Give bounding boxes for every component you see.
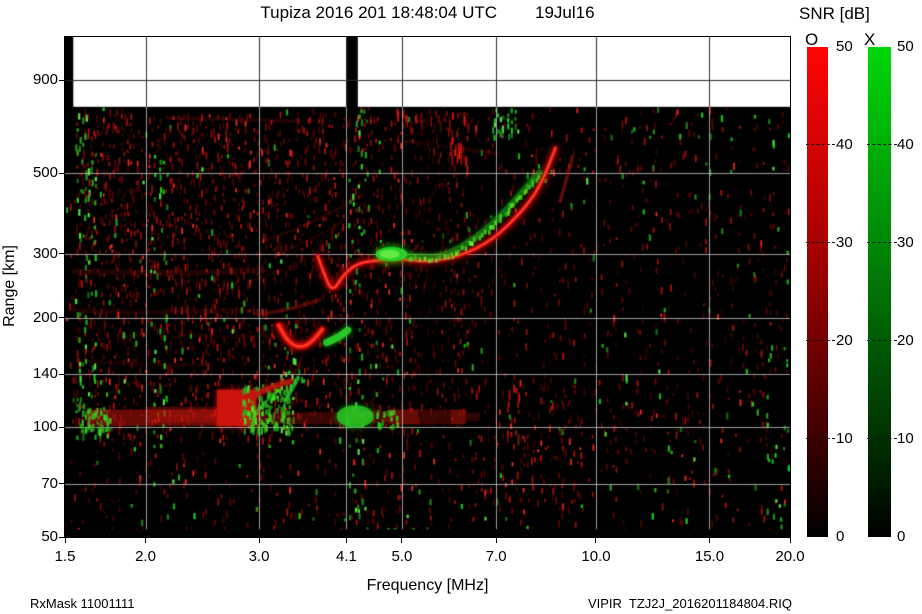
o-colorbar-tick-dash xyxy=(806,340,835,341)
y-tick-mark xyxy=(59,317,64,319)
x-tick-mark xyxy=(64,538,66,543)
o-colorbar-tick-label: 40 xyxy=(836,136,853,153)
o-colorbar-tick-dash xyxy=(806,438,835,439)
x-tick-mark xyxy=(595,538,597,543)
y-tick-label: 140 xyxy=(32,365,58,383)
y-tick-mark xyxy=(59,253,64,255)
rxmask-annotation: RxMask 11001111 xyxy=(30,596,135,611)
x-colorbar-tick-label: 50 xyxy=(897,38,914,55)
y-tick-mark xyxy=(59,426,64,428)
y-tick-mark xyxy=(59,536,64,538)
x-tick-label: 10.0 xyxy=(581,548,611,565)
x-colorbar-tick-dash xyxy=(867,242,897,243)
x-tick-label: 7.0 xyxy=(485,548,507,565)
title-station-time: Tupiza 2016 201 18:48:04 UTC xyxy=(260,3,498,22)
plot-frame xyxy=(64,36,791,538)
o-mode-colorbar xyxy=(807,47,828,537)
o-colorbar-tick-dash xyxy=(806,242,835,243)
title-date: 19Jul16 xyxy=(535,3,595,22)
y-tick-label: 70 xyxy=(41,474,58,492)
x-colorbar-tick-label: 40 xyxy=(897,136,914,153)
x-tick-mark xyxy=(145,538,147,543)
x-tick-label: 4.1 xyxy=(336,548,357,565)
filename-annotation: VIPIR TZJ2J_2016201184804.RIQ xyxy=(587,596,792,611)
ionogram-page: Tupiza 2016 201 18:48:04 UTC 19Jul16 Freq… xyxy=(0,0,922,614)
x-tick-mark xyxy=(495,538,497,543)
x-tick-label: 2.0 xyxy=(135,548,156,565)
o-colorbar-tick-label: 20 xyxy=(836,332,853,349)
x-tick-label: 5.0 xyxy=(391,548,413,565)
x-tick-label: 3.0 xyxy=(248,548,270,565)
x-tick-label: 20.0 xyxy=(775,548,805,565)
y-tick-label: 500 xyxy=(32,164,58,181)
y-tick-label: 300 xyxy=(32,244,58,262)
x-colorbar-tick-label: 10 xyxy=(897,430,914,447)
x-tick-mark xyxy=(708,538,710,543)
y-tick-label: 50 xyxy=(41,528,58,545)
x-colorbar-tick-label: 20 xyxy=(897,332,914,349)
x-tick-mark xyxy=(789,538,791,543)
y-tick-mark xyxy=(59,373,64,375)
y-tick-label: 200 xyxy=(32,308,58,326)
o-colorbar-tick-dash xyxy=(806,144,835,145)
x-colorbar-tick-dash xyxy=(867,438,897,439)
o-colorbar-tick-label: 10 xyxy=(836,430,853,447)
o-colorbar-tick-label: 0 xyxy=(836,528,845,545)
o-colorbar-tick-label: 30 xyxy=(836,234,853,251)
y-tick-label: 900 xyxy=(32,71,58,89)
y-tick-label: 100 xyxy=(32,418,58,436)
y-tick-mark xyxy=(59,79,64,81)
x-tick-mark xyxy=(345,538,347,543)
x-tick-label: 1.5 xyxy=(54,548,76,565)
x-colorbar-tick-dash xyxy=(867,340,897,341)
x-colorbar-tick-dash xyxy=(867,144,897,145)
x-colorbar-tick-label: 30 xyxy=(897,234,914,251)
y-tick-mark xyxy=(59,483,64,485)
x-mode-colorbar xyxy=(868,47,891,537)
o-colorbar-tick-label: 50 xyxy=(836,38,853,55)
y-tick-mark xyxy=(59,172,64,174)
x-colorbar-tick-label: 0 xyxy=(897,528,906,545)
x-tick-label: 15.0 xyxy=(694,548,725,565)
x-axis-label: Frequency [MHz] xyxy=(366,577,489,594)
colorbar-title: SNR [dB] xyxy=(799,4,870,23)
x-tick-mark xyxy=(258,538,260,543)
x-tick-mark xyxy=(401,538,403,543)
plot-title: Tupiza 2016 201 18:48:04 UTC 19Jul16 xyxy=(65,3,790,23)
